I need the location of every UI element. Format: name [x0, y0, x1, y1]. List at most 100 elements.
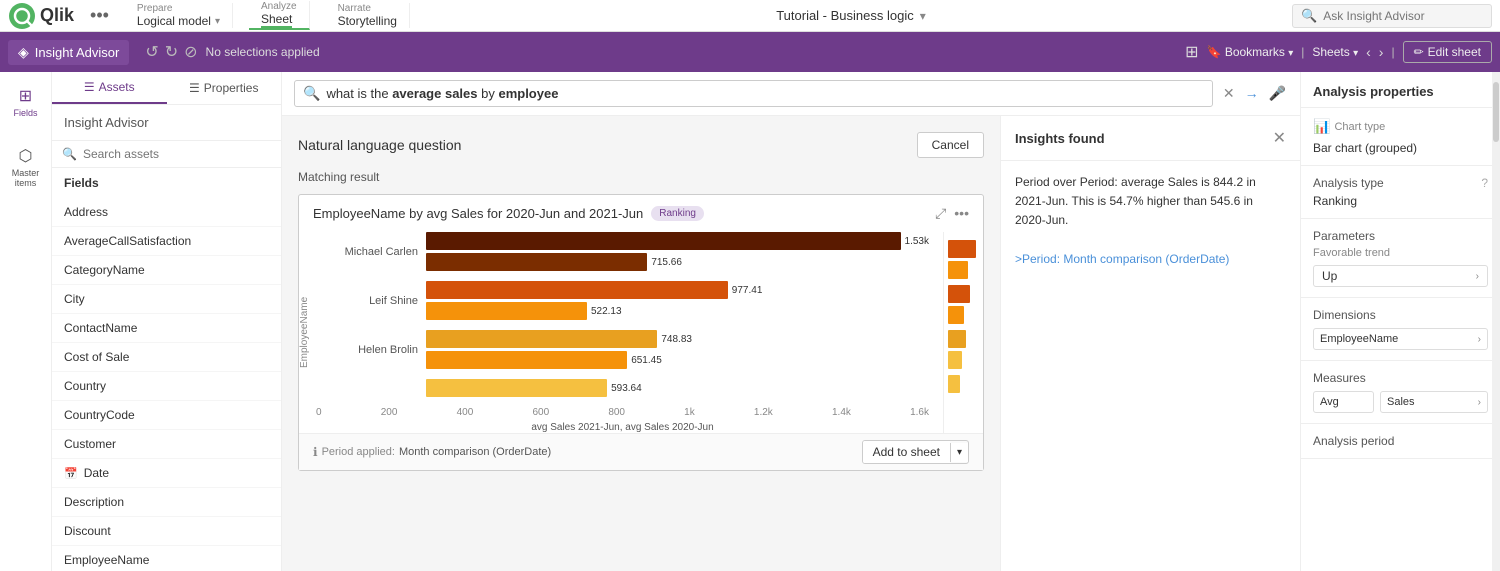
- add-to-sheet-dropdown[interactable]: ▾: [950, 443, 968, 462]
- field-item-date-label: Date: [84, 466, 109, 480]
- field-item-city[interactable]: City: [52, 285, 281, 314]
- sidebar-item-master-items[interactable]: ⬡ Master items: [0, 140, 51, 194]
- field-item-date[interactable]: 📅 Date: [52, 459, 281, 488]
- bar-wrapper-helen-1: 748.83: [426, 330, 929, 348]
- redo-icon[interactable]: ↻: [165, 42, 178, 62]
- expand-icon[interactable]: ⤢: [935, 205, 946, 222]
- add-to-sheet-button[interactable]: Add to sheet ▾: [862, 440, 969, 464]
- y-axis-label: EmployeeName: [299, 232, 310, 433]
- bar-row-last: 593.64: [316, 379, 929, 397]
- next-sheet-icon[interactable]: ›: [1379, 44, 1384, 60]
- nav-prepare-dropdown[interactable]: ▾: [215, 16, 220, 27]
- dimension-employeename-label: EmployeeName: [1320, 333, 1398, 345]
- mic-icon[interactable]: 🎤: [1267, 83, 1288, 104]
- cancel-button[interactable]: Cancel: [917, 132, 984, 158]
- submit-query-icon[interactable]: →: [1243, 83, 1261, 104]
- edit-sheet-button[interactable]: ✏ Edit sheet: [1403, 41, 1492, 63]
- chart-type-label: 📊 Chart type: [1313, 118, 1488, 135]
- add-to-sheet-label: Add to sheet: [863, 441, 950, 463]
- field-item-description[interactable]: Description: [52, 488, 281, 517]
- x-tick-14k: 1.4k: [832, 407, 851, 418]
- measures-section: Measures Avg Sales ›: [1301, 361, 1500, 424]
- chart-menu-icon[interactable]: •••: [954, 205, 969, 222]
- field-item-costofsale[interactable]: Cost of Sale: [52, 343, 281, 372]
- dimension-employeename-button[interactable]: EmployeeName ›: [1313, 328, 1488, 350]
- field-item-contactname[interactable]: ContactName: [52, 314, 281, 343]
- analysis-scrollbar-thumb[interactable]: [1493, 82, 1499, 142]
- nav-narrate-value: Storytelling: [338, 14, 397, 28]
- favorable-trend-arrow: ›: [1476, 271, 1479, 282]
- undo-icon[interactable]: ↺: [145, 42, 158, 62]
- analysis-type-info-icon[interactable]: ?: [1481, 176, 1488, 190]
- toolbar2-icons: ↺ ↻ ⊘: [145, 42, 197, 62]
- bar-group-michael: 1.53k 715.66: [426, 232, 929, 271]
- insights-header: Insights found ✕: [1001, 116, 1300, 161]
- analysis-period-label: Analysis period: [1313, 434, 1488, 448]
- main-content: 🔍 what is the average sales by employee …: [282, 72, 1300, 571]
- clear-icon[interactable]: ⊘: [184, 42, 197, 62]
- bar-value-michael-2: 715.66: [651, 257, 682, 268]
- chart-title-row: EmployeeName by avg Sales for 2020-Jun a…: [313, 206, 704, 221]
- x-tick-1k: 1k: [684, 407, 695, 418]
- field-item-averagecallsatisfaction[interactable]: AverageCallSatisfaction: [52, 227, 281, 256]
- grid-icon[interactable]: ⊞: [1185, 42, 1198, 62]
- measure-agg-button[interactable]: Avg: [1313, 391, 1374, 413]
- field-item-country[interactable]: Country: [52, 372, 281, 401]
- measures-row: Avg Sales ›: [1313, 391, 1488, 413]
- x-axis-label: avg Sales 2021-Jun, avg Sales 2020-Jun: [316, 422, 929, 433]
- nav-analyze[interactable]: Analyze Sheet: [249, 1, 310, 30]
- field-item-customer[interactable]: Customer: [52, 430, 281, 459]
- field-item-employeename[interactable]: EmployeeName: [52, 546, 281, 571]
- insight-advisor-button[interactable]: ◈ Insight Advisor: [8, 40, 129, 65]
- nav-prepare[interactable]: Prepare Logical model ▾: [125, 3, 233, 28]
- field-item-countrycode[interactable]: CountryCode: [52, 401, 281, 430]
- ask-insight-advisor-input[interactable]: [1323, 9, 1463, 23]
- nav-prepare-label: Prepare: [137, 3, 220, 14]
- analysis-period-section: Analysis period: [1301, 424, 1500, 459]
- field-item-categoryname[interactable]: CategoryName: [52, 256, 281, 285]
- info-circle-icon: ℹ: [313, 445, 318, 459]
- analysis-type-title: Analysis type ?: [1313, 176, 1488, 190]
- mini-bar-4: [948, 306, 964, 324]
- title-dropdown-icon[interactable]: ▾: [920, 9, 926, 23]
- nav-narrate[interactable]: Narrate Storytelling: [326, 3, 410, 28]
- tab-properties[interactable]: ☰ Properties: [167, 72, 282, 104]
- chart-type-icon: 📊: [1313, 118, 1330, 135]
- clear-query-icon[interactable]: ✕: [1221, 83, 1237, 104]
- prev-sheet-icon[interactable]: ‹: [1366, 44, 1371, 60]
- period-value-text[interactable]: Month comparison (OrderDate): [399, 446, 551, 458]
- bar-wrapper-michael-1: 1.53k: [426, 232, 929, 250]
- bar-value-helen-1: 748.83: [661, 334, 692, 345]
- bar-last-1: [426, 379, 607, 397]
- search-assets-bar[interactable]: 🔍: [52, 141, 281, 168]
- favorable-trend-dropdown[interactable]: Up ›: [1313, 265, 1488, 287]
- search-assets-input[interactable]: [83, 147, 271, 161]
- nav-prepare-value: Logical model ▾: [137, 14, 220, 28]
- insights-link[interactable]: >Period: Month comparison (OrderDate): [1015, 252, 1229, 266]
- insights-body: Period over Period: average Sales is 844…: [1001, 161, 1300, 281]
- x-tick-400: 400: [457, 407, 474, 418]
- bookmarks-dropdown[interactable]: ▾: [1288, 48, 1293, 59]
- nav-dots-button[interactable]: •••: [90, 5, 109, 26]
- fields-icon: ⊞: [19, 86, 32, 106]
- dimensions-label: Dimensions: [1313, 308, 1488, 322]
- insights-text: Period over Period: average Sales is 844…: [1015, 173, 1286, 231]
- assets-tab-label: Assets: [99, 80, 135, 94]
- bar-value-last-1: 593.64: [611, 383, 642, 394]
- sheets-dropdown[interactable]: ▾: [1353, 48, 1358, 59]
- chart-header-icons: ⤢ •••: [935, 205, 969, 222]
- tab-assets[interactable]: ☰ Assets: [52, 72, 167, 104]
- master-items-icon: ⬡: [19, 146, 33, 166]
- measure-field-button[interactable]: Sales ›: [1380, 391, 1488, 413]
- ia-query-text: what is the average sales by employee: [326, 86, 558, 101]
- fields-label: Fields: [13, 108, 37, 118]
- ask-insight-advisor-search[interactable]: 🔍: [1292, 4, 1492, 28]
- nav-analyze-label: Analyze: [261, 1, 297, 12]
- insights-close-button[interactable]: ✕: [1273, 128, 1286, 148]
- sheets-button[interactable]: Sheets ▾: [1312, 45, 1358, 59]
- field-item-discount[interactable]: Discount: [52, 517, 281, 546]
- bookmarks-button[interactable]: 🔖 Bookmarks ▾: [1207, 45, 1294, 59]
- sidebar-item-fields[interactable]: ⊞ Fields: [7, 80, 43, 124]
- ia-search-input-wrap[interactable]: 🔍 what is the average sales by employee: [294, 80, 1213, 107]
- field-item-address[interactable]: Address: [52, 198, 281, 227]
